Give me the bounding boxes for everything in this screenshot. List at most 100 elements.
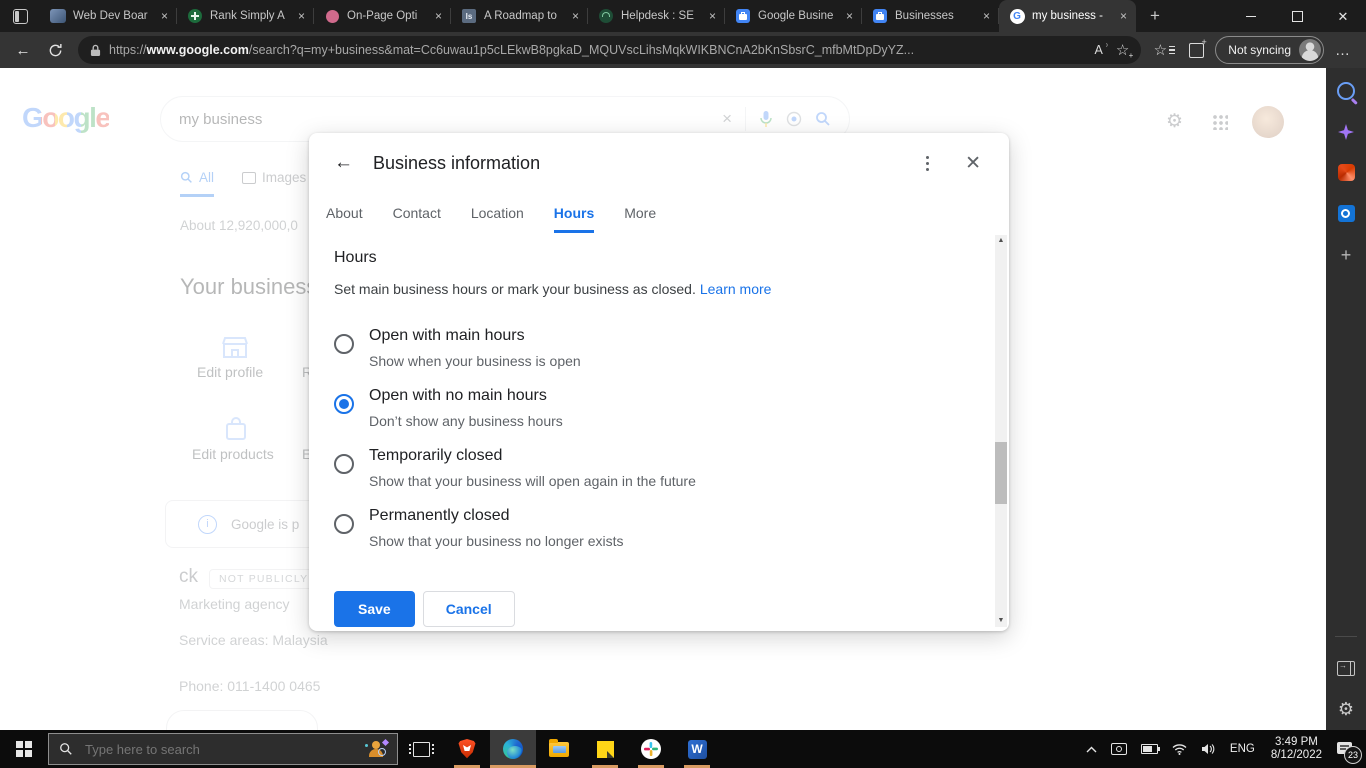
scroll-down-icon[interactable]: ▼ (998, 615, 1005, 627)
radio-unselected[interactable] (334, 334, 354, 354)
task-view-button[interactable] (398, 730, 444, 768)
taskbar-search[interactable] (48, 733, 398, 765)
new-tab-button[interactable]: + (1140, 1, 1170, 31)
modal-header: ← Business information ✕ (309, 133, 1009, 193)
collections-button[interactable] (1183, 37, 1209, 63)
modal-scrollbar[interactable]: ▲ ▼ (995, 235, 1007, 627)
minimize-button[interactable] (1228, 0, 1274, 32)
network-button[interactable] (1165, 730, 1194, 768)
modal-tab-more[interactable]: More (624, 205, 656, 233)
tab-close-icon[interactable]: × (296, 8, 307, 24)
tab-close-icon[interactable]: × (433, 8, 444, 24)
clock[interactable]: 3:49 PM 8/12/2022 (1263, 736, 1330, 762)
tab-title: A Roadmap to (484, 10, 557, 22)
modal-actions: Save Cancel (334, 591, 515, 627)
option-temporarily-closed[interactable]: Temporarily closed Show that your busine… (334, 445, 696, 492)
start-button[interactable] (0, 730, 48, 768)
taskbar-app-file-explorer[interactable] (536, 730, 582, 768)
taskbar-app-brave[interactable] (444, 730, 490, 768)
list-lines-icon (1169, 46, 1176, 54)
sidebar-discover-sparkle-icon[interactable] (1338, 124, 1354, 140)
profile-button[interactable]: Not syncing (1215, 36, 1324, 64)
browser-tab-my-business-active[interactable]: G my business - × (999, 0, 1136, 32)
sidebar-collapse-icon[interactable] (1337, 661, 1355, 676)
action-center-button[interactable]: 23 (1330, 730, 1366, 768)
browser-tab-rank-simply[interactable]: Rank Simply A × (177, 0, 314, 32)
modal-title: Business information (373, 152, 541, 173)
option-open-main-hours[interactable]: Open with main hours Show when your busi… (334, 325, 581, 372)
search-highlights-icon[interactable] (365, 738, 390, 758)
tab-close-icon[interactable]: × (981, 8, 992, 24)
battery-button[interactable] (1134, 730, 1165, 768)
sidebar-add-icon[interactable]: + (1341, 246, 1352, 264)
scroll-up-icon[interactable]: ▲ (998, 235, 1005, 247)
sidebar-office-icon[interactable] (1337, 164, 1355, 181)
taskbar-app-edge-active[interactable] (490, 730, 536, 768)
learn-more-link[interactable]: Learn more (700, 281, 772, 297)
window-controls: ✕ (1228, 0, 1366, 32)
taskbar-app-word[interactable]: W (674, 730, 720, 768)
option-title: Permanently closed (369, 507, 510, 524)
tab-close-icon[interactable]: × (1118, 8, 1129, 24)
modal-tab-location[interactable]: Location (471, 205, 524, 233)
sticky-notes-icon (596, 740, 614, 758)
tab-close-icon[interactable]: × (707, 8, 718, 24)
meet-now-button[interactable] (1104, 730, 1134, 768)
volume-button[interactable] (1194, 730, 1222, 768)
taskbar-app-slack[interactable] (628, 730, 674, 768)
modal-close-icon[interactable]: ✕ (965, 154, 981, 173)
browser-tab-helpdesk[interactable]: Helpdesk : SE × (588, 0, 725, 32)
sidebar-outlook-icon[interactable] (1337, 205, 1355, 222)
read-aloud-button[interactable]: A ⁾ (1095, 42, 1108, 57)
search-result-tabs: All Images (180, 170, 306, 197)
modal-tab-about[interactable]: About (326, 205, 363, 233)
modal-back-button[interactable]: ← (334, 152, 353, 174)
browser-tab-roadmap[interactable]: Is A Roadmap to × (451, 0, 588, 32)
back-button[interactable]: ← (10, 37, 36, 63)
modal-tab-hours-active[interactable]: Hours (553, 205, 595, 233)
cancel-button[interactable]: Cancel (422, 591, 515, 627)
browser-tab-web-dev[interactable]: Web Dev Boar × (40, 0, 177, 32)
tab-actions-menu-button[interactable] (0, 0, 40, 32)
scrollbar-thumb[interactable] (995, 442, 1007, 504)
refresh-button[interactable] (42, 37, 68, 63)
refresh-icon (49, 43, 62, 56)
tab-images: Images (242, 170, 306, 194)
radio-selected[interactable] (334, 394, 354, 414)
search-settings-gear-icon: ⚙ (1166, 111, 1184, 132)
favorites-button[interactable]: ☆ (1151, 37, 1177, 63)
scrollbar-track[interactable] (995, 247, 1007, 615)
save-button[interactable]: Save (334, 591, 415, 627)
tab-close-icon[interactable]: × (159, 8, 170, 24)
tab-close-icon[interactable]: × (844, 8, 855, 24)
info-icon: i (198, 514, 217, 534)
browser-tab-on-page[interactable]: On-Page Opti × (314, 0, 451, 32)
sidebar-search-icon[interactable] (1337, 82, 1355, 100)
restore-button[interactable] (1274, 0, 1320, 32)
browser-menu-button[interactable]: … (1330, 37, 1356, 63)
task-view-icon (408, 741, 434, 757)
address-bar[interactable]: https://www.google.com/search?q=my+busin… (78, 36, 1142, 64)
browser-toolbar: ← https://www.google.com/search?q=my+bus… (0, 32, 1366, 68)
browser-tab-google-business[interactable]: Google Busine × (725, 0, 862, 32)
option-subtitle: Show when your business is open (369, 353, 581, 369)
language-indicator[interactable]: ENG (1222, 743, 1263, 755)
radio-unselected[interactable] (334, 454, 354, 474)
tray-expand-chevron[interactable] (1079, 730, 1104, 768)
taskbar-app-sticky-notes[interactable] (582, 730, 628, 768)
modal-tab-contact[interactable]: Contact (393, 205, 441, 233)
browser-tab-businesses[interactable]: Businesses × (862, 0, 999, 32)
search-icon (60, 743, 72, 755)
option-open-no-main-hours[interactable]: Open with no main hours Don’t show any b… (334, 385, 563, 432)
option-subtitle: Show that your business no longer exists (369, 533, 624, 549)
modal-overflow-menu-icon[interactable] (926, 161, 930, 165)
tab-close-icon[interactable]: × (570, 8, 581, 24)
screen: Web Dev Boar × Rank Simply A × On-Page O… (0, 0, 1366, 768)
sidebar-settings-gear-icon[interactable]: ⚙ (1338, 700, 1354, 718)
add-favorite-button[interactable]: ☆ + (1116, 43, 1133, 60)
option-permanently-closed[interactable]: Permanently closed Show that your busine… (334, 505, 623, 552)
tray-time: 3:49 PM (1275, 736, 1318, 748)
radio-unselected[interactable] (334, 514, 354, 534)
taskbar-search-input[interactable] (83, 740, 355, 758)
close-window-button[interactable]: ✕ (1320, 0, 1366, 32)
